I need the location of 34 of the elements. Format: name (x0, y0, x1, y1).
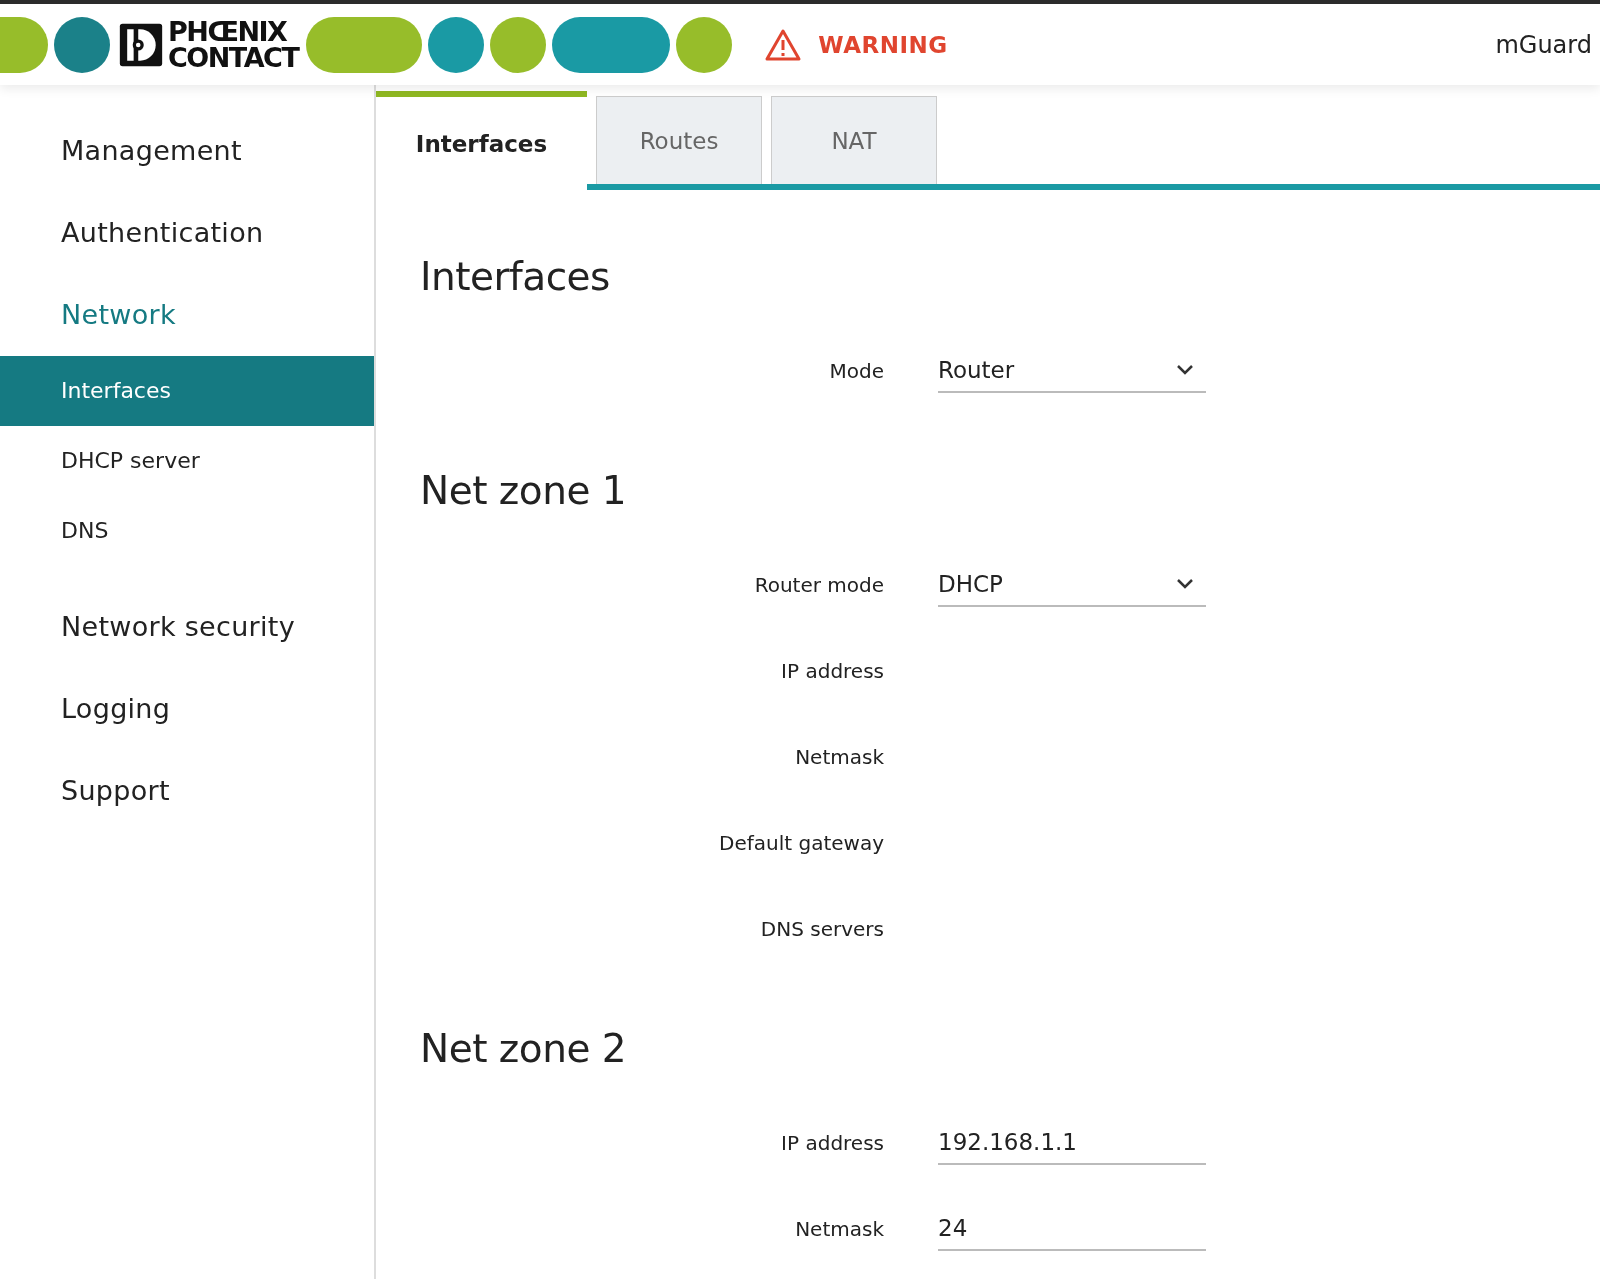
field-label: DNS servers (759, 917, 884, 941)
nav-group[interactable]: Authentication (0, 192, 374, 274)
stripe-shape (0, 16, 48, 73)
nav-group[interactable]: Logging (0, 668, 374, 750)
product-name: mGuard (1495, 30, 1592, 59)
field-label: IP address (780, 659, 884, 683)
nav-group[interactable]: Management (0, 110, 374, 192)
field-label: Router mode (753, 573, 884, 597)
nav-group[interactable]: Network (0, 274, 374, 356)
warning-icon (764, 27, 803, 62)
input-field[interactable]: 24 (938, 1207, 1206, 1251)
select-field[interactable]: DHCP (938, 563, 1206, 607)
section-heading: Interfaces (420, 253, 611, 301)
nav-item[interactable]: DHCP server (0, 426, 374, 496)
chevron-down-icon (1176, 364, 1194, 376)
nav-group[interactable]: Network security (0, 586, 374, 668)
tab[interactable]: NAT (771, 96, 937, 184)
tab[interactable]: Routes (596, 96, 762, 184)
nav-item[interactable]: DNS (0, 496, 374, 566)
select-field[interactable]: Router (938, 349, 1206, 393)
logo-text: CONTACT (168, 44, 299, 71)
field-label: IP address (780, 1131, 884, 1155)
input-field[interactable]: 192.168.1.1 (938, 1121, 1206, 1165)
nav-item[interactable]: Interfaces (0, 356, 374, 426)
logo-text: PHŒNIX (168, 18, 288, 45)
section-heading: Net zone 1 (420, 467, 628, 515)
warning-text: WARNING (818, 31, 948, 58)
field-label: Netmask (794, 745, 884, 769)
nav-group[interactable]: Support (0, 750, 374, 832)
field-label: Netmask (794, 1217, 884, 1241)
chevron-down-icon (1176, 578, 1194, 590)
field-label: Mode (828, 359, 884, 383)
section-heading: Net zone 2 (420, 1025, 628, 1073)
field-label: Default gateway (718, 831, 884, 855)
